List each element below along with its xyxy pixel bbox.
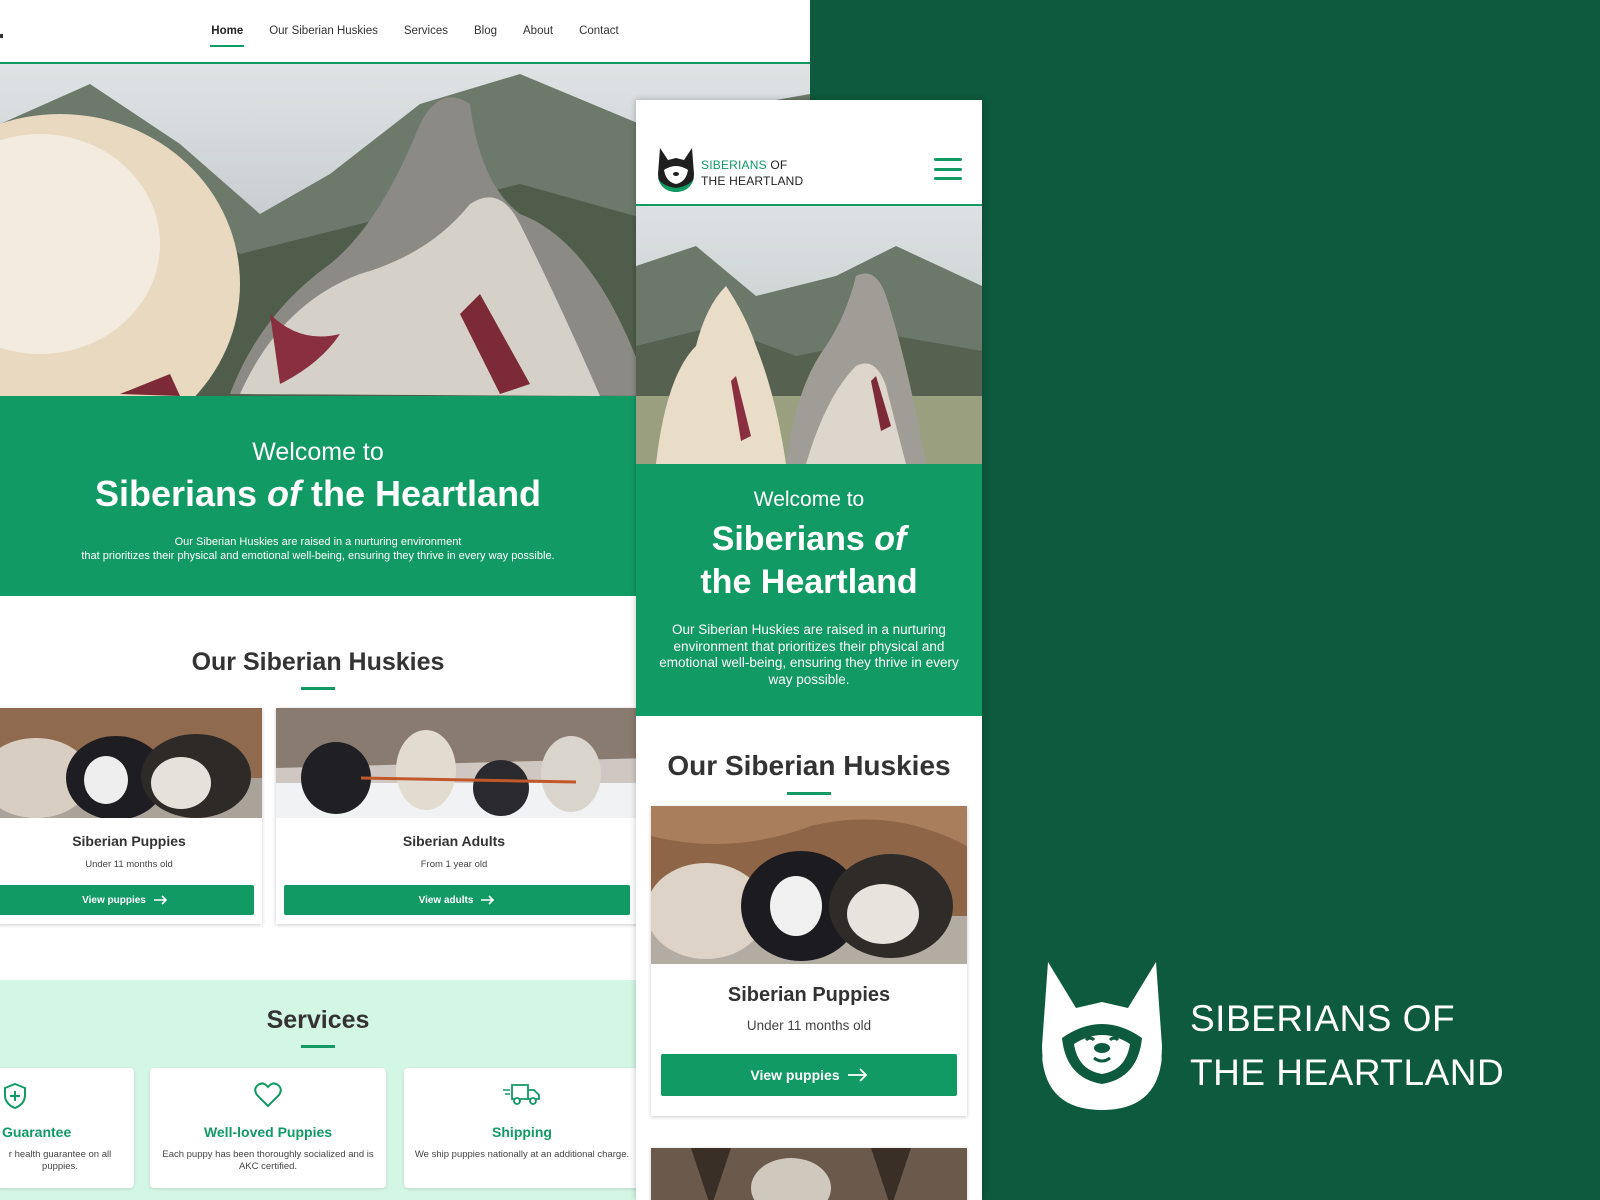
welcome-description: Our Siberian Huskies are raised in a nur… — [81, 536, 555, 562]
husky-logo-icon — [658, 148, 694, 192]
card-siberian-adults: Siberian Adults From 1 year old View adu… — [276, 708, 648, 924]
desktop-navbar: Home Our Siberian Huskies Services Blog … — [0, 0, 810, 64]
logo-fragment — [0, 34, 3, 38]
shield-plus-icon — [0, 1082, 134, 1110]
mobile-hero-image — [636, 206, 982, 464]
heart-icon — [150, 1082, 386, 1108]
card-title: Siberian Puppies — [727, 984, 891, 1006]
puppies-photo — [0, 708, 262, 818]
welcome-title: Siberians of the Heartland — [94, 473, 542, 514]
arrow-right-icon — [153, 895, 167, 905]
card-siberian-adults — [651, 1148, 967, 1200]
section-title: Services — [266, 1006, 370, 1034]
card-subtitle: From 1 year old — [420, 859, 488, 870]
mobile-header: SIBERIANS OF THE HEARTLAND — [636, 100, 982, 206]
arrow-right-icon — [481, 895, 495, 905]
hamburger-menu-icon[interactable] — [934, 158, 962, 180]
view-puppies-button[interactable]: View puppies — [0, 885, 254, 915]
section-title: Our Siberian Huskies — [667, 750, 951, 781]
service-card-guarantee: Guarantee r health guarantee on all pupp… — [0, 1068, 134, 1188]
card-subtitle: Under 11 months old — [746, 1018, 872, 1033]
adults-photo — [276, 708, 648, 818]
card-title: Siberian Puppies — [72, 833, 186, 849]
service-title: Shipping — [492, 1124, 552, 1140]
mobile-welcome-banner: Welcome to Siberians of the Heartland Ou… — [636, 464, 982, 716]
mobile-brand-name[interactable]: SIBERIANS OF THE HEARTLAND — [701, 157, 803, 189]
nav-our-siberian-huskies[interactable]: Our Siberian Huskies — [268, 19, 379, 43]
service-card-well-loved-puppies: Well-loved Puppies Each puppy has been t… — [150, 1068, 386, 1188]
service-card-shipping: Shipping We ship puppies nationally at a… — [404, 1068, 640, 1188]
service-description: r health guarantee on all puppies. — [8, 1149, 112, 1172]
nav-services[interactable]: Services — [403, 19, 449, 43]
mobile-mockup: SIBERIANS OF THE HEARTLAND Welcome to Si… — [636, 100, 982, 1200]
service-description: We ship puppies nationally at an additio… — [414, 1149, 630, 1160]
service-title: Well-loved Puppies — [203, 1124, 333, 1140]
card-subtitle: Under 11 months old — [85, 859, 173, 870]
desktop-welcome-banner: Welcome to Siberians of the Heartland Ou… — [0, 396, 636, 596]
card-title: Siberian Adults — [402, 833, 506, 849]
title-underline — [787, 792, 831, 795]
view-adults-button[interactable]: View adults — [284, 885, 630, 915]
nav-contact[interactable]: Contact — [578, 19, 620, 43]
service-description: Each puppy has been thoroughly socialize… — [162, 1149, 374, 1172]
welcome-title: Siberians of the Heartland — [700, 520, 918, 601]
truck-icon — [404, 1082, 640, 1106]
welcome-line: Welcome to — [753, 488, 865, 511]
nav-about[interactable]: About — [522, 19, 554, 43]
desktop-services-section: Services Guarantee r health guarantee on… — [0, 980, 640, 1200]
brand-lockup-text: SIBERIANS OF THE HEARTLAND — [1190, 998, 1505, 1093]
card-siberian-puppies: Siberian Puppies Under 11 months old Vie… — [651, 806, 967, 1116]
brand-lockup: SIBERIANS OF THE HEARTLAND — [1040, 960, 1600, 1120]
service-title: Guarantee — [2, 1124, 72, 1140]
mobile-huskies-section: Our Siberian Huskies Siberian Puppies Un… — [636, 716, 982, 1200]
nav-blog[interactable]: Blog — [473, 19, 498, 43]
welcome-description: Our Siberian Huskies are raised in a nur… — [659, 622, 959, 687]
welcome-line: Welcome to — [252, 438, 384, 466]
adults-photo — [651, 1148, 967, 1200]
card-siberian-puppies: Siberian Puppies Under 11 months old Vie… — [0, 708, 262, 924]
puppies-photo — [651, 806, 967, 964]
title-underline — [301, 1045, 335, 1048]
arrow-right-icon — [847, 1068, 867, 1082]
view-puppies-button[interactable]: View puppies — [661, 1054, 957, 1096]
section-title: Our Siberian Huskies — [191, 648, 445, 676]
husky-logo-icon — [1042, 962, 1162, 1110]
desktop-huskies-section: Our Siberian Huskies Siberian Puppies Un… — [0, 596, 648, 976]
nav-home[interactable]: Home — [210, 19, 245, 47]
title-underline — [301, 687, 335, 690]
